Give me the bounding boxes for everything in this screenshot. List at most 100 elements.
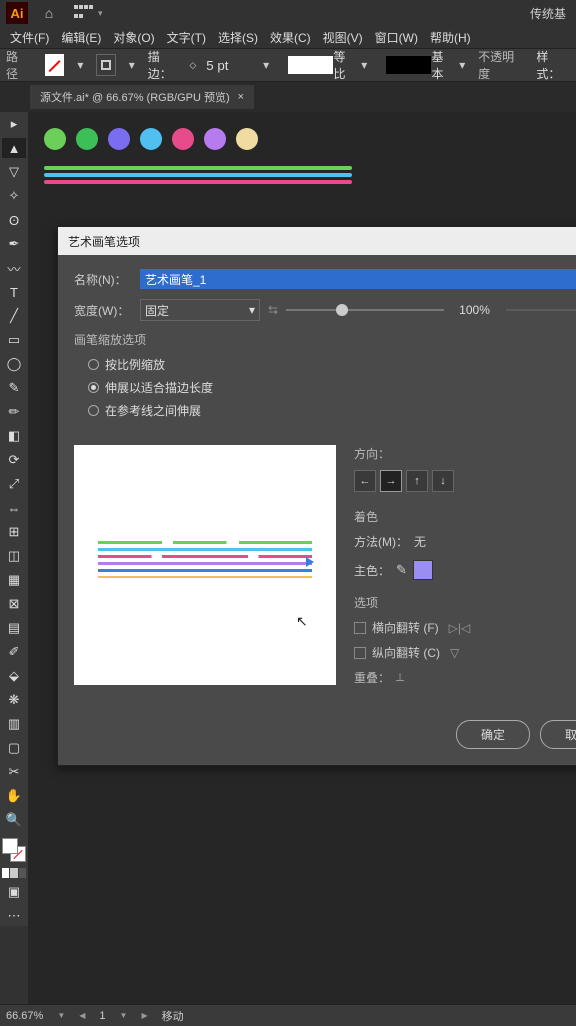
curvature-tool[interactable]: 〰 <box>2 258 26 278</box>
direction-left-button[interactable]: ← <box>354 470 376 492</box>
rectangle-tool[interactable]: ▭ <box>2 330 26 350</box>
type-tool[interactable]: T <box>2 282 26 302</box>
scale-tool[interactable]: ⤢ <box>2 474 26 494</box>
brush-name-input[interactable] <box>140 269 576 289</box>
menu-edit[interactable]: 编辑(E) <box>55 27 107 48</box>
menu-window[interactable]: 窗口(W) <box>369 27 424 48</box>
blend-tool[interactable]: ⬙ <box>2 666 26 686</box>
direction-right-button[interactable]: → <box>380 470 402 492</box>
width-tool[interactable]: ⇔ <box>2 498 26 518</box>
eyedropper-icon[interactable]: ✎ <box>396 562 407 578</box>
graph-tool[interactable]: ▥ <box>2 714 26 734</box>
shape-builder-tool[interactable]: ◫ <box>2 546 26 566</box>
mesh-tool[interactable]: ⊠ <box>2 594 26 614</box>
dialog-title: 艺术画笔选项 <box>58 227 576 255</box>
artwork-preview <box>38 122 358 222</box>
palette-circle <box>44 128 66 150</box>
lasso-tool[interactable]: ʘ <box>2 210 26 230</box>
stroke-weight-input[interactable] <box>204 56 250 75</box>
menu-file[interactable]: 文件(F) <box>4 27 55 48</box>
color-mode-icons[interactable] <box>2 868 26 878</box>
stroke-weight-dropdown[interactable]: ▾ <box>258 54 274 76</box>
pencil-tool[interactable]: ✏ <box>2 402 26 422</box>
opacity-label[interactable]: 不透明度 <box>478 48 520 82</box>
free-transform-tool[interactable]: ⊞ <box>2 522 26 542</box>
slider-thumb[interactable] <box>336 304 348 316</box>
screen-mode-icon[interactable]: ▣ <box>2 882 26 902</box>
selection-tool[interactable]: ▲ <box>2 138 26 158</box>
slice-tool[interactable]: ✂ <box>2 762 26 782</box>
ellipse-tool[interactable]: ◯ <box>2 354 26 374</box>
line-tool[interactable]: ╱ <box>2 306 26 326</box>
chevron-down-icon: ▾ <box>249 303 255 317</box>
profile-label: 等比 <box>333 48 354 82</box>
flip-horizontal-checkbox[interactable]: 横向翻转 (F) ▷|◁ <box>354 619 576 636</box>
perspective-tool[interactable]: ▦ <box>2 570 26 590</box>
art-brush-options-dialog: 艺术画笔选项 名称(N)： 宽度(W)： 固定 ▾ ⇆ 100% 画笔缩放选项 … <box>57 226 576 766</box>
overlap-icon[interactable]: ⟂ <box>396 670 404 685</box>
style-label[interactable]: 样式： <box>536 48 568 82</box>
width-slider-secondary <box>506 309 576 311</box>
close-icon[interactable]: × <box>238 91 244 103</box>
palette-circle <box>140 128 162 150</box>
ok-button[interactable]: 确定 <box>456 720 530 749</box>
paintbrush-tool[interactable]: ✎ <box>2 378 26 398</box>
palette-circle <box>236 128 258 150</box>
brush-def-dropdown-icon[interactable]: ▾ <box>454 54 470 76</box>
artboard-index[interactable]: 1 <box>99 1010 105 1022</box>
hand-tool[interactable]: ✋ <box>2 786 26 806</box>
chevron-down-icon[interactable]: ▼ <box>57 1011 65 1020</box>
chevron-down-icon[interactable]: ▼ <box>120 1011 128 1020</box>
eyedropper-tool[interactable]: ✐ <box>2 642 26 662</box>
profile-dropdown-icon[interactable]: ▾ <box>356 54 372 76</box>
direction-down-button[interactable]: ↓ <box>432 470 454 492</box>
home-icon[interactable]: ⌂ <box>38 5 60 21</box>
direction-arrow-icon <box>306 557 314 567</box>
document-tab-bar: 源文件.ai* @ 66.67% (RGB/GPU 预览) × <box>0 82 576 112</box>
link-icon[interactable]: ⇆ <box>268 303 278 317</box>
stroke-swatch[interactable] <box>96 54 116 76</box>
pen-tool[interactable]: ✒ <box>2 234 26 254</box>
direction-up-button[interactable]: ↑ <box>406 470 428 492</box>
artboard-tool[interactable]: ▢ <box>2 738 26 758</box>
next-artboard-icon[interactable]: ▶ <box>141 1011 147 1020</box>
scale-option-guides[interactable]: 在参考线之间伸展 <box>74 402 576 419</box>
rotate-tool[interactable]: ⟳ <box>2 450 26 470</box>
flip-vertical-checkbox[interactable]: 纵向翻转 (C) ▽ <box>354 644 576 661</box>
eraser-tool[interactable]: ◧ <box>2 426 26 446</box>
fill-stroke-control[interactable] <box>2 838 26 862</box>
fill-dropdown-icon[interactable]: ▾ <box>72 54 88 76</box>
menu-select[interactable]: 选择(S) <box>212 27 264 48</box>
chevron-down-icon[interactable]: ▾ <box>98 8 103 19</box>
scale-option-proportional[interactable]: 按比例缩放 <box>74 356 576 373</box>
stroke-weight-label: 描边： <box>148 48 180 82</box>
prev-artboard-icon[interactable]: ◀ <box>79 1011 85 1020</box>
zoom-tool[interactable]: 🔍 <box>2 810 26 830</box>
width-slider[interactable] <box>286 309 443 311</box>
menu-object[interactable]: 对象(O) <box>107 27 160 48</box>
menu-effect[interactable]: 效果(C) <box>264 27 317 48</box>
document-tab[interactable]: 源文件.ai* @ 66.67% (RGB/GPU 预览) × <box>30 85 254 109</box>
brush-def-swatch[interactable] <box>386 56 431 74</box>
stroke-stepper-icon[interactable]: ◇ <box>189 60 196 71</box>
menu-type[interactable]: 文字(T) <box>161 27 212 48</box>
menu-help[interactable]: 帮助(H) <box>424 27 477 48</box>
direct-selection-tool[interactable]: ▽ <box>2 162 26 182</box>
stroke-dropdown-icon[interactable]: ▾ <box>124 54 140 76</box>
toolbar-handle[interactable]: ▸ <box>2 114 26 134</box>
keycolor-swatch[interactable] <box>413 560 433 580</box>
zoom-value[interactable]: 66.67% <box>6 1010 43 1022</box>
gradient-tool[interactable]: ▤ <box>2 618 26 638</box>
layout-grid-icon[interactable] <box>74 5 94 21</box>
scale-option-stretch[interactable]: 伸展以适合描边长度 <box>74 379 576 396</box>
symbol-sprayer-tool[interactable]: ❋ <box>2 690 26 710</box>
width-mode-select[interactable]: 固定 ▾ <box>140 299 260 321</box>
fill-swatch[interactable] <box>45 54 64 76</box>
cancel-button[interactable]: 取 <box>540 720 576 749</box>
edit-toolbar-icon[interactable]: ⋯ <box>2 906 26 926</box>
menu-view[interactable]: 视图(V) <box>317 27 369 48</box>
magic-wand-tool[interactable]: ✧ <box>2 186 26 206</box>
method-value[interactable]: 无 <box>414 533 426 550</box>
profile-swatch[interactable] <box>288 56 333 74</box>
workspace-label[interactable]: 传统基 <box>530 5 566 22</box>
